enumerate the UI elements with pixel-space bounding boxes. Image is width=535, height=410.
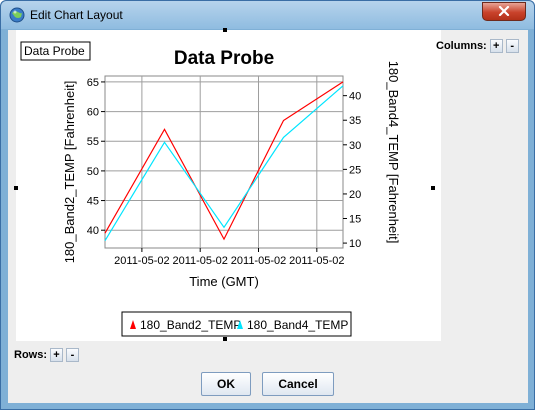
legend-label-1: 180_Band2_TEMP <box>140 318 241 332</box>
resize-handle-bottom[interactable] <box>223 337 227 341</box>
y-right-tick-label: 40 <box>349 91 361 103</box>
close-icon <box>498 5 510 19</box>
remove-column-button[interactable]: - <box>505 39 519 53</box>
y-left-tick-label: 60 <box>87 107 99 119</box>
y-right-tick-label: 25 <box>349 164 361 176</box>
y-left-axis-label: 180_Band2_TEMP [Fahrenheit] <box>62 81 77 264</box>
y-right-tick-label: 20 <box>349 189 361 201</box>
y-left-tick-label: 55 <box>87 136 99 148</box>
legend-label-2: 180_Band4_TEMP <box>247 318 348 332</box>
y-right-tick-label: 30 <box>349 140 361 152</box>
chart-panel[interactable]: Data Probe Data Probe 2011-05-02 2011-05-02… <box>16 30 441 341</box>
y-right-axis-label: 180_Band4_TEMP [Fahrenheit] <box>386 61 401 244</box>
rows-label: Rows: <box>14 349 47 361</box>
dialog-content: Data Probe Data Probe 2011-05-02 2011-05-02… <box>8 28 528 403</box>
y-left-tick-label: 45 <box>87 196 99 208</box>
y-right-tick-label: 35 <box>349 115 361 127</box>
data-probe-chart: Data Probe Data Probe2011-05-02 2011-05-02… <box>20 41 401 337</box>
add-row-button[interactable]: + <box>50 348 63 362</box>
y-left-tick-label: 50 <box>87 166 99 178</box>
y-right-tick-label: 10 <box>349 238 361 250</box>
ok-button[interactable]: OK <box>201 372 251 396</box>
chart-title: Data Probe <box>174 48 274 69</box>
x-tick-label: 2011-05-02 <box>289 255 344 267</box>
add-column-button[interactable]: + <box>489 39 503 53</box>
columns-control: Columns: + - <box>436 38 519 54</box>
remove-row-button[interactable]: - <box>66 348 79 362</box>
x-tick-label: 2011-05-02 <box>172 255 227 267</box>
dialog-window: Edit Chart Layout Data Probe Data Probe 20… <box>0 0 535 410</box>
x-tick-label: 2011-05-02 <box>231 255 286 267</box>
rows-control: Rows: + - <box>14 347 79 363</box>
window-title: Edit Chart Layout <box>30 8 123 22</box>
plot-area <box>104 75 344 249</box>
y-right-tick-label: 15 <box>349 214 361 226</box>
columns-label: Columns: <box>436 40 487 52</box>
y-left-tick-label: 65 <box>87 77 99 89</box>
y-left-tick-label: 40 <box>87 225 99 237</box>
app-globe-icon <box>9 7 25 23</box>
resize-handle-top[interactable] <box>223 28 227 32</box>
cancel-button[interactable]: Cancel <box>262 372 334 396</box>
data-probe-badge-label: Data Probe <box>24 44 85 58</box>
x-tick-label: 2011-05-02 <box>114 255 169 267</box>
resize-handle-right[interactable] <box>431 186 435 190</box>
title-bar[interactable]: Edit Chart Layout <box>1 1 534 29</box>
x-axis-label: Time (GMT) <box>189 274 259 289</box>
close-button[interactable] <box>482 2 526 21</box>
resize-handle-left[interactable] <box>14 186 18 190</box>
